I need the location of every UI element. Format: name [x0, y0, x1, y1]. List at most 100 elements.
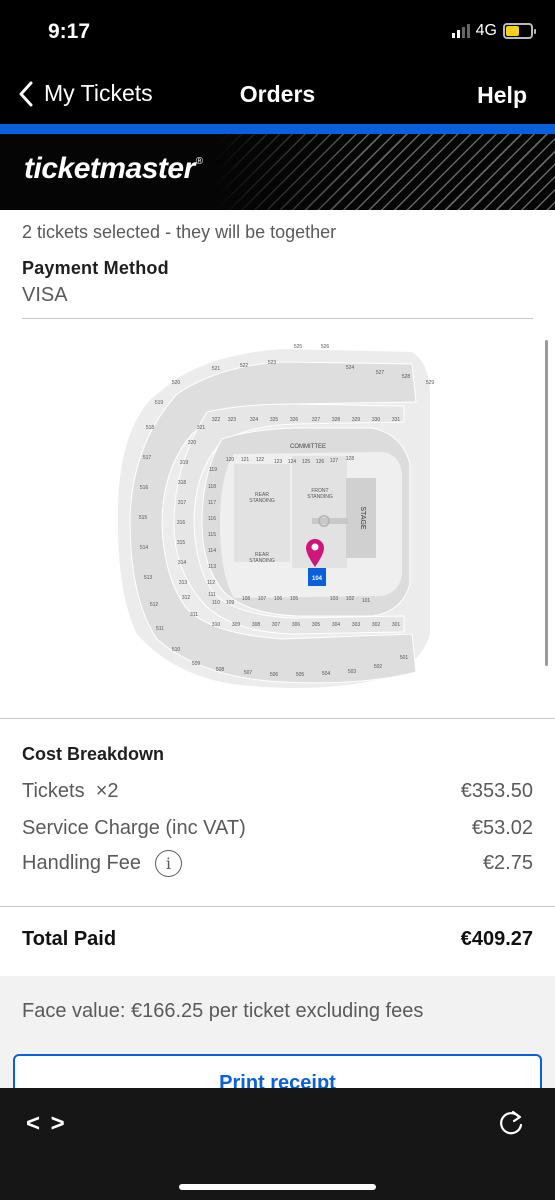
section-label: 106: [274, 596, 283, 602]
section-label: 513: [144, 575, 153, 581]
section-label: 518: [146, 425, 155, 431]
section-label: 504: [322, 671, 331, 677]
section-label: 516: [140, 485, 149, 491]
section-label: 105: [290, 596, 299, 602]
section-label: 523: [268, 360, 277, 366]
section-label: 316: [177, 520, 186, 526]
section-label: 301: [392, 622, 401, 628]
section-label: 113: [208, 564, 216, 570]
section-label: 101: [362, 598, 371, 604]
help-button[interactable]: Help: [477, 82, 527, 109]
section-label: 305: [312, 622, 321, 628]
hatch-decoration: [215, 134, 555, 210]
chevron-left-icon: [19, 81, 33, 106]
total-amount: €409.27: [460, 928, 533, 950]
section-label: 313: [179, 580, 188, 586]
stadium-map[interactable]: 525 526 521 522 523 524 527 528 529 520 519 518 517 5…: [112, 334, 442, 694]
cost-label: Tickets: [22, 780, 85, 802]
cost-label: Service Charge (inc VAT): [22, 817, 246, 839]
section-label: 314: [178, 560, 187, 566]
cost-label: Handling Fee: [22, 851, 141, 874]
section-label: 324: [250, 417, 259, 423]
battery-icon: [503, 23, 536, 39]
ticketmaster-logo: ticketmaster®: [24, 152, 203, 185]
rear-standing-label: STANDING: [249, 498, 275, 504]
section-label: 317: [178, 500, 187, 506]
section-label: 323: [228, 417, 237, 423]
section-label: 121: [241, 457, 250, 463]
section-label: 328: [332, 417, 341, 423]
cost-breakdown-title: Cost Breakdown: [22, 744, 165, 764]
total-label: Total Paid: [22, 928, 117, 950]
section-label: 508: [216, 667, 225, 673]
print-receipt-button[interactable]: Print receipt: [13, 1054, 542, 1088]
section-label: 517: [143, 455, 152, 461]
section-label: 507: [244, 670, 253, 676]
section-label: 330: [372, 417, 381, 423]
section-label: 514: [140, 545, 149, 551]
cost-row-tickets: Tickets ×2 €353.50: [22, 780, 533, 803]
section-label: 125: [302, 459, 311, 465]
section-label: 329: [352, 417, 361, 423]
section-label: 126: [316, 459, 325, 465]
section-label: 128: [346, 456, 355, 462]
section-label: 529: [426, 380, 435, 386]
section-label: 522: [240, 363, 249, 369]
divider: [0, 906, 555, 907]
section-label: 302: [372, 622, 381, 628]
order-content[interactable]: 2 tickets selected - they will be togeth…: [0, 210, 555, 1088]
navigation-bar: My Tickets Orders Help: [0, 62, 555, 124]
payment-method-value: VISA: [22, 284, 68, 306]
reload-icon[interactable]: [497, 1108, 525, 1138]
section-label: 502: [374, 664, 383, 670]
section-label: 119: [209, 467, 217, 473]
section-label: 524: [346, 365, 355, 371]
section-label: 309: [232, 622, 241, 628]
ticket-qty: ×2: [95, 780, 119, 802]
section-label: 511: [156, 626, 164, 632]
face-value-section: Face value: €166.25 per ticket excluding…: [0, 976, 555, 1088]
section-label: 122: [256, 457, 265, 463]
section-label: 318: [178, 480, 187, 486]
back-button[interactable]: My Tickets: [18, 80, 153, 107]
status-indicators: 4G: [451, 22, 536, 40]
section-label: 303: [352, 622, 361, 628]
divider: [0, 718, 555, 719]
cost-row-service-charge: Service Charge (inc VAT) €53.02: [22, 817, 533, 840]
scrollbar[interactable]: [545, 340, 548, 666]
section-label: 315: [177, 540, 186, 546]
code-icon[interactable]: < >: [26, 1110, 67, 1138]
committee-label: COMMITTEE: [290, 444, 326, 450]
section-label: 102: [346, 596, 355, 602]
rear-standing-label: STANDING: [249, 558, 275, 564]
section-label: 509: [192, 661, 201, 667]
section-label: 505: [296, 672, 305, 678]
section-label: 519: [155, 400, 164, 406]
section-label: 110: [212, 600, 220, 606]
section-label: 307: [272, 622, 281, 628]
section-label: 326: [290, 417, 299, 423]
section-label: 521: [212, 366, 221, 372]
section-label: 112: [207, 580, 215, 586]
signal-icon: [451, 24, 470, 38]
info-icon[interactable]: i: [154, 850, 182, 877]
seat-map[interactable]: 525 526 521 522 523 524 527 528 529 520 519 518 517 5…: [112, 334, 442, 694]
selected-section-label: 104: [312, 576, 323, 582]
section-label: 321: [197, 425, 206, 431]
front-standing-label: STANDING: [307, 494, 333, 500]
section-label: 109: [226, 600, 235, 606]
section-label: 528: [402, 374, 411, 380]
status-time: 9:17: [48, 20, 91, 43]
section-label: 115: [208, 532, 216, 538]
section-label: 306: [292, 622, 301, 628]
face-value-text: Face value: €166.25 per ticket excluding…: [22, 1000, 424, 1022]
cost-row-handling-fee: Handling Fee i €2.75: [22, 850, 533, 877]
section-label: 103: [330, 596, 339, 602]
section-label: 114: [208, 548, 216, 554]
back-label: My Tickets: [44, 80, 153, 106]
section-label: 311: [190, 612, 198, 618]
section-label: 120: [226, 457, 235, 463]
cost-amount: €2.75: [482, 852, 533, 874]
section-label: 525: [294, 344, 303, 350]
section-label: 319: [180, 460, 189, 466]
